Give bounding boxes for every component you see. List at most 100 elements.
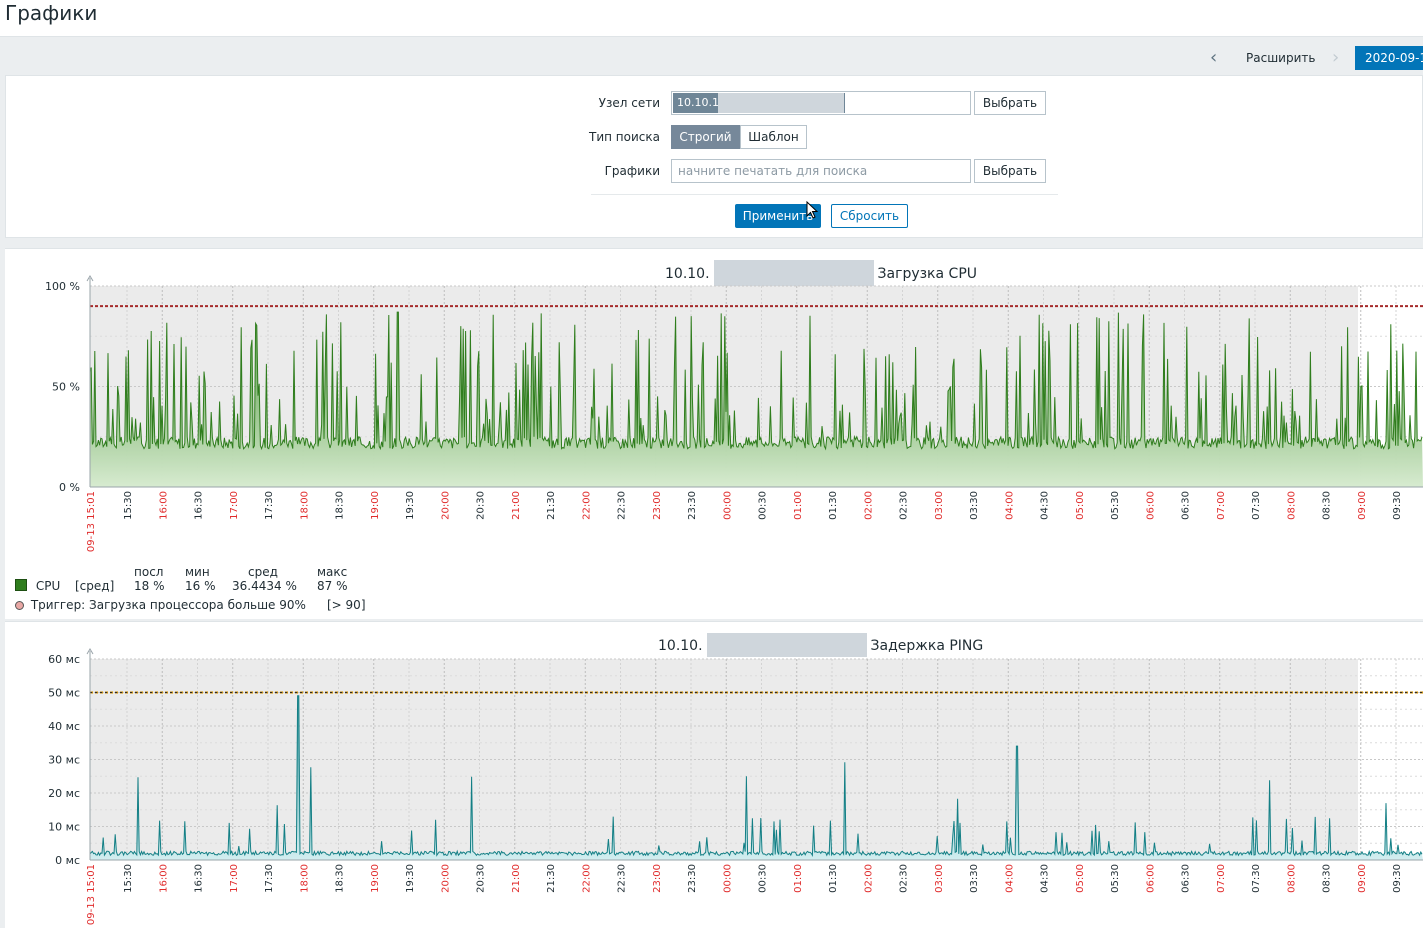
x-tick-label: 08:30 bbox=[1322, 491, 1333, 520]
x-tick-label: 17:00 bbox=[229, 864, 240, 893]
x-tick-label: 09:30 bbox=[1392, 491, 1403, 520]
y-tick-label: 100 % bbox=[45, 280, 80, 293]
graphs-input[interactable]: начните печатать для поиска bbox=[671, 159, 971, 183]
redacted-area bbox=[718, 93, 844, 113]
x-tick-label: 01:00 bbox=[793, 491, 804, 520]
x-tick-label: 02:00 bbox=[863, 864, 874, 893]
legend-trigger-row: Триггер: Загрузка процессора больше 90% bbox=[15, 598, 306, 612]
x-tick-label: 22:30 bbox=[617, 864, 628, 893]
x-tick-label: 07:30 bbox=[1251, 864, 1262, 893]
x-tick-label: 05:00 bbox=[1075, 491, 1086, 520]
x-tick-label: 17:00 bbox=[229, 491, 240, 520]
x-tick-label: 06:00 bbox=[1145, 864, 1156, 893]
legend-trigger-text: Триггер: Загрузка процессора больше 90% bbox=[30, 598, 306, 612]
x-tick-label: 04:30 bbox=[1040, 864, 1051, 893]
x-tick-label: 19:00 bbox=[370, 491, 381, 520]
x-tick-label: 02:30 bbox=[899, 864, 910, 893]
search-type-template[interactable]: Шаблон bbox=[740, 125, 807, 149]
x-tick-label: 09:30 bbox=[1392, 864, 1403, 893]
trigger-dot-icon bbox=[15, 601, 24, 610]
y-tick-label: 0 % bbox=[59, 481, 80, 494]
y-tick-label: 0 мс bbox=[55, 854, 80, 867]
legend-header-avg: сред bbox=[248, 565, 278, 579]
host-label: Узел сети bbox=[598, 96, 660, 110]
legend-max: 87 % bbox=[317, 579, 348, 593]
x-tick-label: 09:00 bbox=[1357, 491, 1368, 520]
date-range-tab[interactable]: 2020-09-13 bbox=[1355, 46, 1423, 70]
x-tick-label: 08:00 bbox=[1286, 864, 1297, 893]
cpu-graph-panel: 10.10. Загрузка CPU 100 % 50 % 0 % 09-13 15:… bbox=[5, 248, 1423, 619]
legend-trigger-cond: [> 90] bbox=[327, 598, 366, 612]
x-tick-label: 21:00 bbox=[511, 864, 522, 893]
legend-cpu-row: CPU bbox=[15, 579, 60, 593]
ping-graph-panel: 10.10. Задержка PING 60 мс 50 мс 40 мс 30 мс… bbox=[5, 621, 1423, 928]
x-tick-label: 00:30 bbox=[758, 491, 769, 520]
x-tick-label: 09-13 15:01 bbox=[86, 864, 97, 925]
legend-header-min: мин bbox=[185, 565, 210, 579]
x-tick-label: 05:00 bbox=[1075, 864, 1086, 893]
page-header: Графики bbox=[0, 0, 1423, 37]
x-tick-label: 00:00 bbox=[722, 491, 733, 520]
x-tick-label: 16:00 bbox=[158, 864, 169, 893]
ping-graph-chart[interactable]: 60 мс 50 мс 40 мс 30 мс 20 мс 10 мс 0 мс 09-13 … bbox=[5, 622, 1423, 928]
x-tick-label: 23:30 bbox=[687, 491, 698, 520]
x-tick-label: 06:00 bbox=[1145, 491, 1156, 520]
filter-panel: Узел сети 10.10.1 Выбрать Тип поиска Стр… bbox=[5, 75, 1423, 238]
x-tick-label: 22:00 bbox=[581, 491, 592, 520]
reset-button[interactable]: Сбросить bbox=[831, 204, 908, 228]
x-tick-label: 08:00 bbox=[1286, 491, 1297, 520]
y-tick-label: 10 мс bbox=[48, 821, 80, 834]
search-type-strict[interactable]: Строгий bbox=[671, 125, 740, 149]
x-tick-label: 01:30 bbox=[828, 491, 839, 520]
x-tick-label: 01:00 bbox=[793, 864, 804, 893]
x-tick-label: 21:30 bbox=[546, 864, 557, 893]
legend-header-max: макс bbox=[317, 565, 348, 579]
x-tick-label: 15:30 bbox=[123, 491, 134, 520]
y-tick-label: 50 % bbox=[52, 381, 80, 394]
chevron-left-icon[interactable]: ‹ bbox=[1210, 47, 1217, 68]
x-tick-label: 20:30 bbox=[476, 864, 487, 893]
cpu-graph-chart[interactable]: 100 % 50 % 0 % 09-13 15:01 15:30 16:00 16:30 17… bbox=[5, 249, 1423, 569]
expand-button[interactable]: Расширить bbox=[1246, 51, 1315, 65]
x-tick-label: 20:00 bbox=[440, 864, 451, 893]
mouse-cursor-icon bbox=[806, 201, 819, 219]
x-tick-label: 16:30 bbox=[194, 491, 205, 520]
x-tick-label: 19:30 bbox=[405, 864, 416, 893]
y-tick-label: 20 мс bbox=[48, 787, 80, 800]
host-input[interactable]: 10.10.1 bbox=[671, 91, 971, 115]
x-tick-label: 17:30 bbox=[264, 491, 275, 520]
x-tick-label: 23:00 bbox=[652, 491, 663, 520]
x-tick-label: 18:00 bbox=[299, 864, 310, 893]
x-tick-label: 04:30 bbox=[1040, 491, 1051, 520]
graphs-select-button[interactable]: Выбрать bbox=[974, 159, 1046, 183]
y-tick-label: 60 мс bbox=[48, 653, 80, 666]
legend-agg: [сред] bbox=[75, 579, 115, 593]
x-tick-label: 19:30 bbox=[405, 491, 416, 520]
legend-avg: 36.4434 % bbox=[232, 579, 297, 593]
legend-min: 16 % bbox=[185, 579, 216, 593]
x-tick-label: 16:30 bbox=[194, 864, 205, 893]
y-tick-label: 50 мс bbox=[48, 687, 80, 700]
x-tick-label: 03:30 bbox=[969, 864, 980, 893]
x-tick-label: 07:00 bbox=[1216, 491, 1227, 520]
x-tick-label: 01:30 bbox=[828, 864, 839, 893]
legend-last: 18 % bbox=[134, 579, 165, 593]
x-tick-label: 18:00 bbox=[299, 491, 310, 520]
x-tick-label: 02:30 bbox=[899, 491, 910, 520]
x-tick-label: 06:30 bbox=[1181, 491, 1192, 520]
x-tick-label: 20:00 bbox=[440, 491, 451, 520]
x-tick-label: 03:30 bbox=[969, 491, 980, 520]
x-tick-label: 19:00 bbox=[370, 864, 381, 893]
x-tick-label: 23:30 bbox=[687, 864, 698, 893]
x-tick-label: 04:00 bbox=[1004, 864, 1015, 893]
x-tick-label: 22:30 bbox=[617, 491, 628, 520]
x-tick-label: 02:00 bbox=[863, 491, 874, 520]
x-tick-label: 03:00 bbox=[934, 864, 945, 893]
graphs-label: Графики bbox=[604, 164, 660, 178]
chevron-right-icon[interactable]: › bbox=[1332, 47, 1339, 68]
x-tick-label: 23:00 bbox=[652, 864, 663, 893]
cpu-color-swatch bbox=[15, 579, 27, 591]
x-tick-label: 04:00 bbox=[1004, 491, 1015, 520]
host-select-button[interactable]: Выбрать bbox=[974, 91, 1046, 115]
x-tick-label: 18:30 bbox=[335, 491, 346, 520]
